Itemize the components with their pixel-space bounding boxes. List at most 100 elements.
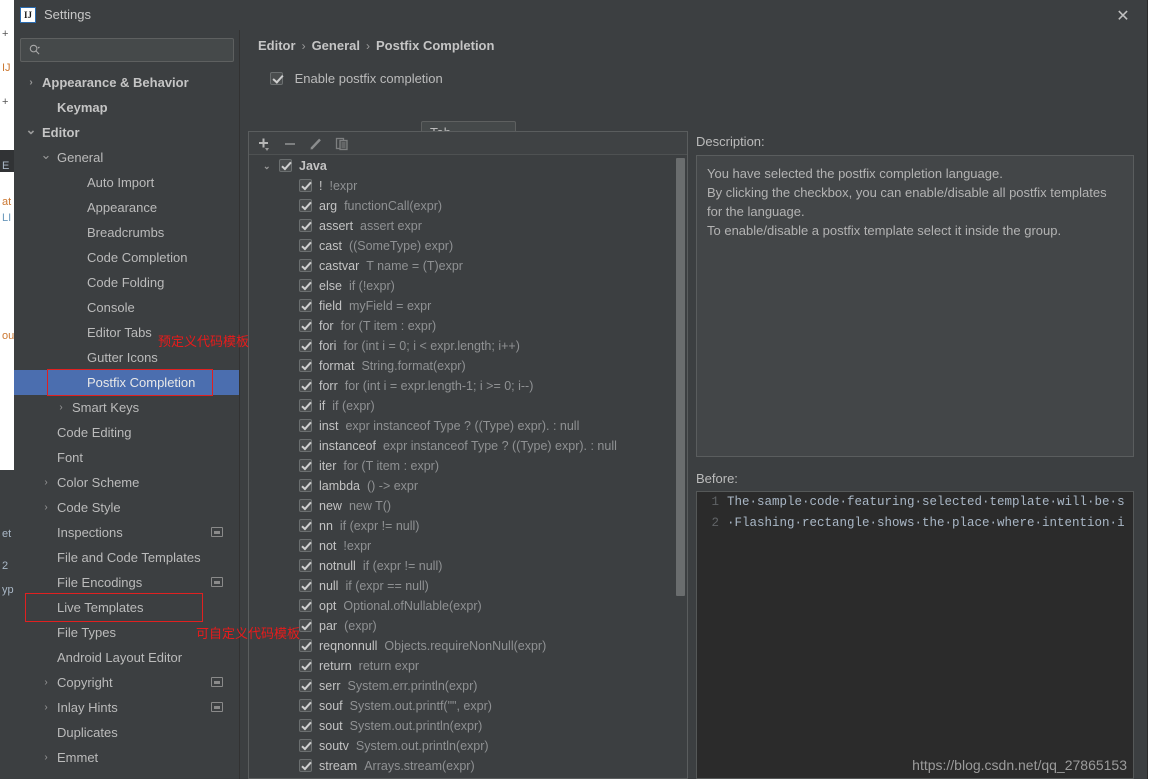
chevron-down-icon[interactable]: ⌄ — [263, 156, 271, 176]
chevron-right-icon[interactable]: › — [39, 495, 53, 520]
breadcrumb-part[interactable]: General — [312, 38, 360, 53]
sidebar-item-console[interactable]: Console — [14, 295, 239, 320]
template-row[interactable]: cast ((SomeType) expr) — [249, 236, 687, 256]
template-row[interactable]: notnull if (expr != null) — [249, 556, 687, 576]
sidebar-item-file-encodings[interactable]: File Encodings — [14, 570, 239, 595]
template-checkbox[interactable] — [299, 479, 312, 492]
sidebar-item-inlay-hints[interactable]: › Inlay Hints — [14, 695, 239, 720]
templates-scrollbar[interactable] — [676, 158, 685, 596]
template-checkbox[interactable] — [299, 339, 312, 352]
sidebar-item-code-completion[interactable]: Code Completion — [14, 245, 239, 270]
sidebar-item-appearance-behavior[interactable]: › Appearance & Behavior — [14, 70, 239, 95]
template-checkbox[interactable] — [299, 499, 312, 512]
template-checkbox[interactable] — [299, 519, 312, 532]
sidebar-item-keymap[interactable]: Keymap — [14, 95, 239, 120]
template-row[interactable]: sout System.out.println(expr) — [249, 716, 687, 736]
template-row[interactable]: inst expr instanceof Type ? ((Type) expr)… — [249, 416, 687, 436]
sidebar-item-file-and-code-templates[interactable]: File and Code Templates — [14, 545, 239, 570]
template-checkbox[interactable] — [299, 719, 312, 732]
template-checkbox[interactable] — [299, 359, 312, 372]
template-checkbox[interactable] — [299, 759, 312, 772]
template-checkbox[interactable] — [299, 739, 312, 752]
template-checkbox[interactable] — [299, 579, 312, 592]
sidebar-item-live-templates[interactable]: Live Templates — [14, 595, 239, 620]
template-row[interactable]: soutv System.out.println(expr) — [249, 736, 687, 756]
chevron-right-icon[interactable]: › — [39, 670, 53, 695]
chevron-down-icon[interactable]: ⌄ — [24, 120, 38, 139]
template-checkbox[interactable] — [299, 199, 312, 212]
template-checkbox[interactable] — [299, 459, 312, 472]
sidebar-item-font[interactable]: Font — [14, 445, 239, 470]
template-checkbox[interactable] — [299, 419, 312, 432]
template-checkbox[interactable] — [299, 599, 312, 612]
template-row[interactable]: reqnonnull Objects.requireNonNull(expr) — [249, 636, 687, 656]
template-checkbox[interactable] — [299, 179, 312, 192]
template-checkbox[interactable] — [299, 439, 312, 452]
template-row[interactable]: assert assert expr — [249, 216, 687, 236]
template-row[interactable]: lambda () -> expr — [249, 476, 687, 496]
template-checkbox[interactable] — [299, 679, 312, 692]
template-row[interactable]: souf System.out.printf("", expr) — [249, 696, 687, 716]
template-group-checkbox[interactable] — [279, 159, 292, 172]
template-row[interactable]: instanceof expr instanceof Type ? ((Type)… — [249, 436, 687, 456]
edit-pencil-icon[interactable] — [307, 135, 325, 153]
template-row[interactable]: for for (T item : expr) — [249, 316, 687, 336]
chevron-right-icon[interactable]: › — [54, 395, 68, 420]
chevron-right-icon[interactable]: › — [24, 70, 38, 95]
template-checkbox[interactable] — [299, 299, 312, 312]
template-row[interactable]: nn if (expr != null) — [249, 516, 687, 536]
template-row[interactable]: stream Arrays.stream(expr) — [249, 756, 687, 776]
template-checkbox[interactable] — [299, 559, 312, 572]
sidebar-item-code-folding[interactable]: Code Folding — [14, 270, 239, 295]
template-row[interactable]: new new T() — [249, 496, 687, 516]
template-row[interactable]: iter for (T item : expr) — [249, 456, 687, 476]
template-checkbox[interactable] — [299, 379, 312, 392]
sidebar-item-auto-import[interactable]: Auto Import — [14, 170, 239, 195]
enable-postfix-completion-row[interactable]: Enable postfix completion — [270, 71, 443, 86]
sidebar-item-inspections[interactable]: Inspections — [14, 520, 239, 545]
template-row[interactable]: field myField = expr — [249, 296, 687, 316]
sidebar-item-appearance[interactable]: Appearance — [14, 195, 239, 220]
template-checkbox[interactable] — [299, 219, 312, 232]
template-checkbox[interactable] — [299, 319, 312, 332]
template-checkbox[interactable] — [299, 699, 312, 712]
enable-postfix-completion-checkbox[interactable] — [270, 72, 283, 85]
close-icon[interactable]: ✕ — [1113, 5, 1133, 25]
template-row[interactable]: par (expr) — [249, 616, 687, 636]
sidebar-item-smart-keys[interactable]: › Smart Keys — [14, 395, 239, 420]
search-box[interactable] — [20, 38, 234, 62]
template-row[interactable]: arg functionCall(expr) — [249, 196, 687, 216]
breadcrumb-part[interactable]: Postfix Completion — [376, 38, 494, 53]
sidebar-item-copyright[interactable]: › Copyright — [14, 670, 239, 695]
add-icon[interactable] — [255, 135, 273, 153]
chevron-down-icon[interactable]: ⌄ — [39, 145, 53, 164]
template-group-row[interactable]: ⌄ Java — [249, 156, 687, 176]
template-checkbox[interactable] — [299, 399, 312, 412]
template-row[interactable]: serr System.err.println(expr) — [249, 676, 687, 696]
template-checkbox[interactable] — [299, 259, 312, 272]
sidebar-item-code-editing[interactable]: Code Editing — [14, 420, 239, 445]
chevron-right-icon[interactable]: › — [39, 745, 53, 770]
sidebar-item-android-layout-editor[interactable]: Android Layout Editor — [14, 645, 239, 670]
template-row[interactable]: not !expr — [249, 536, 687, 556]
sidebar-item-general[interactable]: ⌄ General — [14, 145, 239, 170]
search-input[interactable] — [47, 39, 229, 61]
breadcrumb-part[interactable]: Editor — [258, 38, 296, 53]
template-row[interactable]: opt Optional.ofNullable(expr) — [249, 596, 687, 616]
sidebar-item-emmet[interactable]: › Emmet — [14, 745, 239, 770]
template-checkbox[interactable] — [299, 639, 312, 652]
template-row[interactable]: else if (!expr) — [249, 276, 687, 296]
sidebar-item-code-style[interactable]: › Code Style — [14, 495, 239, 520]
remove-icon[interactable] — [281, 135, 299, 153]
template-row[interactable]: castvar T name = (T)expr — [249, 256, 687, 276]
sidebar-item-color-scheme[interactable]: › Color Scheme — [14, 470, 239, 495]
template-row[interactable]: null if (expr == null) — [249, 576, 687, 596]
template-checkbox[interactable] — [299, 659, 312, 672]
template-row[interactable]: return return expr — [249, 656, 687, 676]
template-checkbox[interactable] — [299, 239, 312, 252]
sidebar-item-breadcrumbs[interactable]: Breadcrumbs — [14, 220, 239, 245]
template-checkbox[interactable] — [299, 539, 312, 552]
sidebar-item-editor[interactable]: ⌄ Editor — [14, 120, 239, 145]
template-row[interactable]: format String.format(expr) — [249, 356, 687, 376]
template-row[interactable]: fori for (int i = 0; i < expr.length; i++… — [249, 336, 687, 356]
